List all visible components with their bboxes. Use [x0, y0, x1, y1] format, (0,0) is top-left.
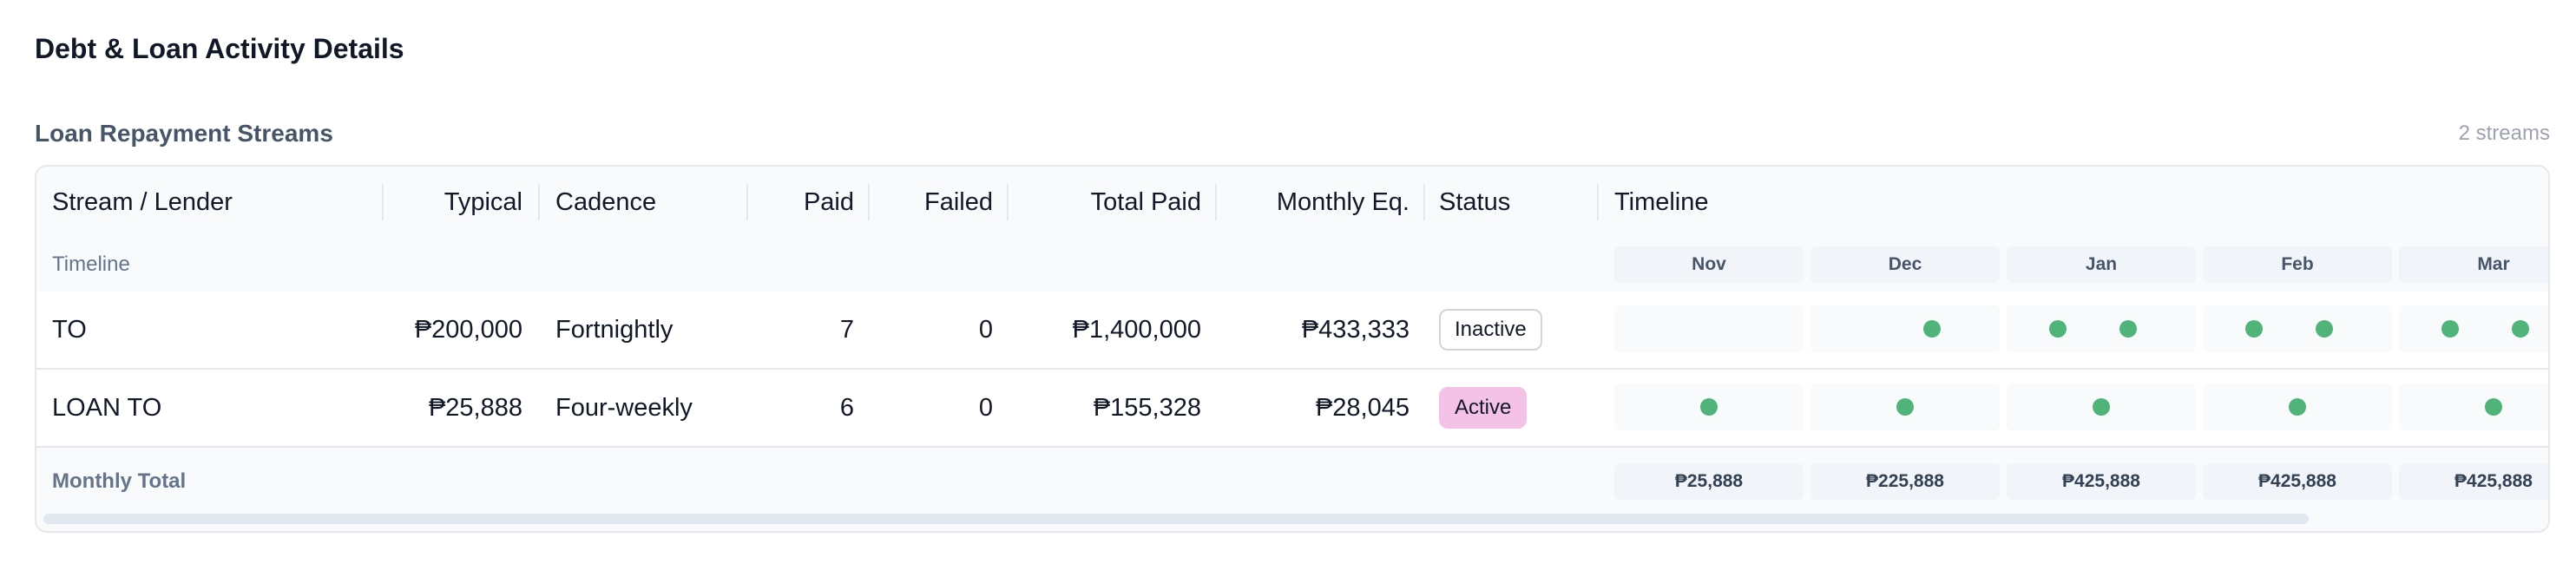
- failed-count: 0: [978, 315, 993, 344]
- monthly-total-value: ₱425,888: [2399, 463, 2548, 500]
- scrollbar-thumb[interactable]: [43, 514, 2309, 524]
- payment-dot: [2244, 320, 2263, 338]
- table-row[interactable]: TO ₱200,000 Fortnightly 7 0 ₱1,400,000 ₱…: [36, 292, 2548, 370]
- row-timeline: [1614, 370, 2548, 446]
- header-status[interactable]: Status: [1425, 167, 1599, 238]
- total-paid: ₱1,400,000: [1072, 315, 1201, 344]
- timeline-row-label: Timeline: [52, 252, 130, 276]
- cadence: Fortnightly: [555, 315, 674, 344]
- payment-dot: [2315, 320, 2333, 338]
- payment-dot: [1700, 398, 1718, 416]
- typical-amount: ₱25,888: [428, 393, 522, 422]
- status-cell: Inactive: [1425, 292, 1599, 368]
- timeline-month-cell: [1810, 384, 2000, 430]
- payment-dot: [2485, 398, 2502, 416]
- page: Debt & Loan Activity Details Loan Repaym…: [0, 0, 2576, 564]
- payment-dot: [2289, 398, 2306, 416]
- loan-streams-table: Stream / Lender Typical Cadence Paid Fai…: [35, 165, 2550, 533]
- monthly-total-value: ₱425,888: [2203, 463, 2392, 500]
- stream-count: 2 streams: [2458, 121, 2550, 145]
- typical-amount: ₱200,000: [414, 315, 522, 344]
- status-badge: Active: [1439, 387, 1528, 429]
- header-timeline[interactable]: Timeline: [1599, 167, 2548, 238]
- paid-count: 7: [839, 315, 854, 344]
- row-timeline: [1614, 292, 2548, 368]
- month-label: Mar: [2399, 246, 2548, 283]
- timeline-month-cell: [1614, 384, 1804, 430]
- timeline-month-cell: [1614, 305, 1804, 352]
- timeline-month-cell: [2007, 384, 2196, 430]
- payment-dot: [1922, 320, 1941, 338]
- header-failed[interactable]: Failed: [870, 167, 1009, 238]
- paid-count: 6: [839, 393, 854, 422]
- cadence: Four-weekly: [555, 393, 693, 422]
- header-monthly-eq[interactable]: Monthly Eq.: [1217, 167, 1425, 238]
- header-total-paid[interactable]: Total Paid: [1009, 167, 1217, 238]
- timeline-months-row: Timeline Nov Dec Jan Feb Mar: [36, 238, 2548, 293]
- timeline-month-cell: [2007, 305, 2196, 352]
- monthly-total-value: ₱25,888: [1614, 463, 1804, 500]
- status-cell: Active: [1425, 370, 1599, 446]
- payment-dot: [2441, 320, 2459, 338]
- month-label: Dec: [1810, 246, 2000, 283]
- timeline-month-cell: [2399, 305, 2548, 352]
- payment-dot: [2511, 320, 2529, 338]
- header-cadence[interactable]: Cadence: [540, 167, 748, 238]
- monthly-equivalent: ₱28,045: [1315, 393, 1410, 422]
- timeline-month-cell: [2399, 384, 2548, 430]
- monthly-total-value: ₱225,888: [1810, 463, 2000, 500]
- stream-name: TO: [52, 315, 87, 344]
- total-paid: ₱155,328: [1093, 393, 1201, 422]
- monthly-total-value: ₱425,888: [2007, 463, 2196, 500]
- monthly-total-label: Monthly Total: [52, 469, 187, 493]
- page-title: Debt & Loan Activity Details: [35, 33, 404, 64]
- horizontal-scrollbar[interactable]: [43, 514, 2543, 524]
- month-label: Jan: [2007, 246, 2196, 283]
- table-row[interactable]: LOAN TO ₱25,888 Four-weekly 6 0 ₱155,328…: [36, 370, 2548, 448]
- payment-dot: [2093, 398, 2110, 416]
- stream-name: LOAN TO: [52, 393, 162, 422]
- monthly-total-row: Monthly Total ₱25,888 ₱225,888 ₱425,888 …: [36, 448, 2548, 531]
- month-label: Feb: [2203, 246, 2392, 283]
- month-label: Nov: [1614, 246, 1804, 283]
- payment-dot: [1896, 398, 1914, 416]
- header-stream[interactable]: Stream / Lender: [36, 167, 384, 238]
- timeline-month-cell: [2203, 384, 2392, 430]
- header-paid[interactable]: Paid: [748, 167, 870, 238]
- payment-dot: [2119, 320, 2137, 338]
- timeline-month-cell: [2203, 305, 2392, 352]
- table-header: Stream / Lender Typical Cadence Paid Fai…: [36, 167, 2548, 239]
- header-typical[interactable]: Typical: [384, 167, 540, 238]
- failed-count: 0: [978, 393, 993, 422]
- payment-dot: [2048, 320, 2067, 338]
- monthly-equivalent: ₱433,333: [1301, 315, 1410, 344]
- timeline-month-cell: [1810, 305, 2000, 352]
- status-badge: Inactive: [1439, 309, 1542, 351]
- section-title: Loan Repayment Streams: [35, 120, 333, 147]
